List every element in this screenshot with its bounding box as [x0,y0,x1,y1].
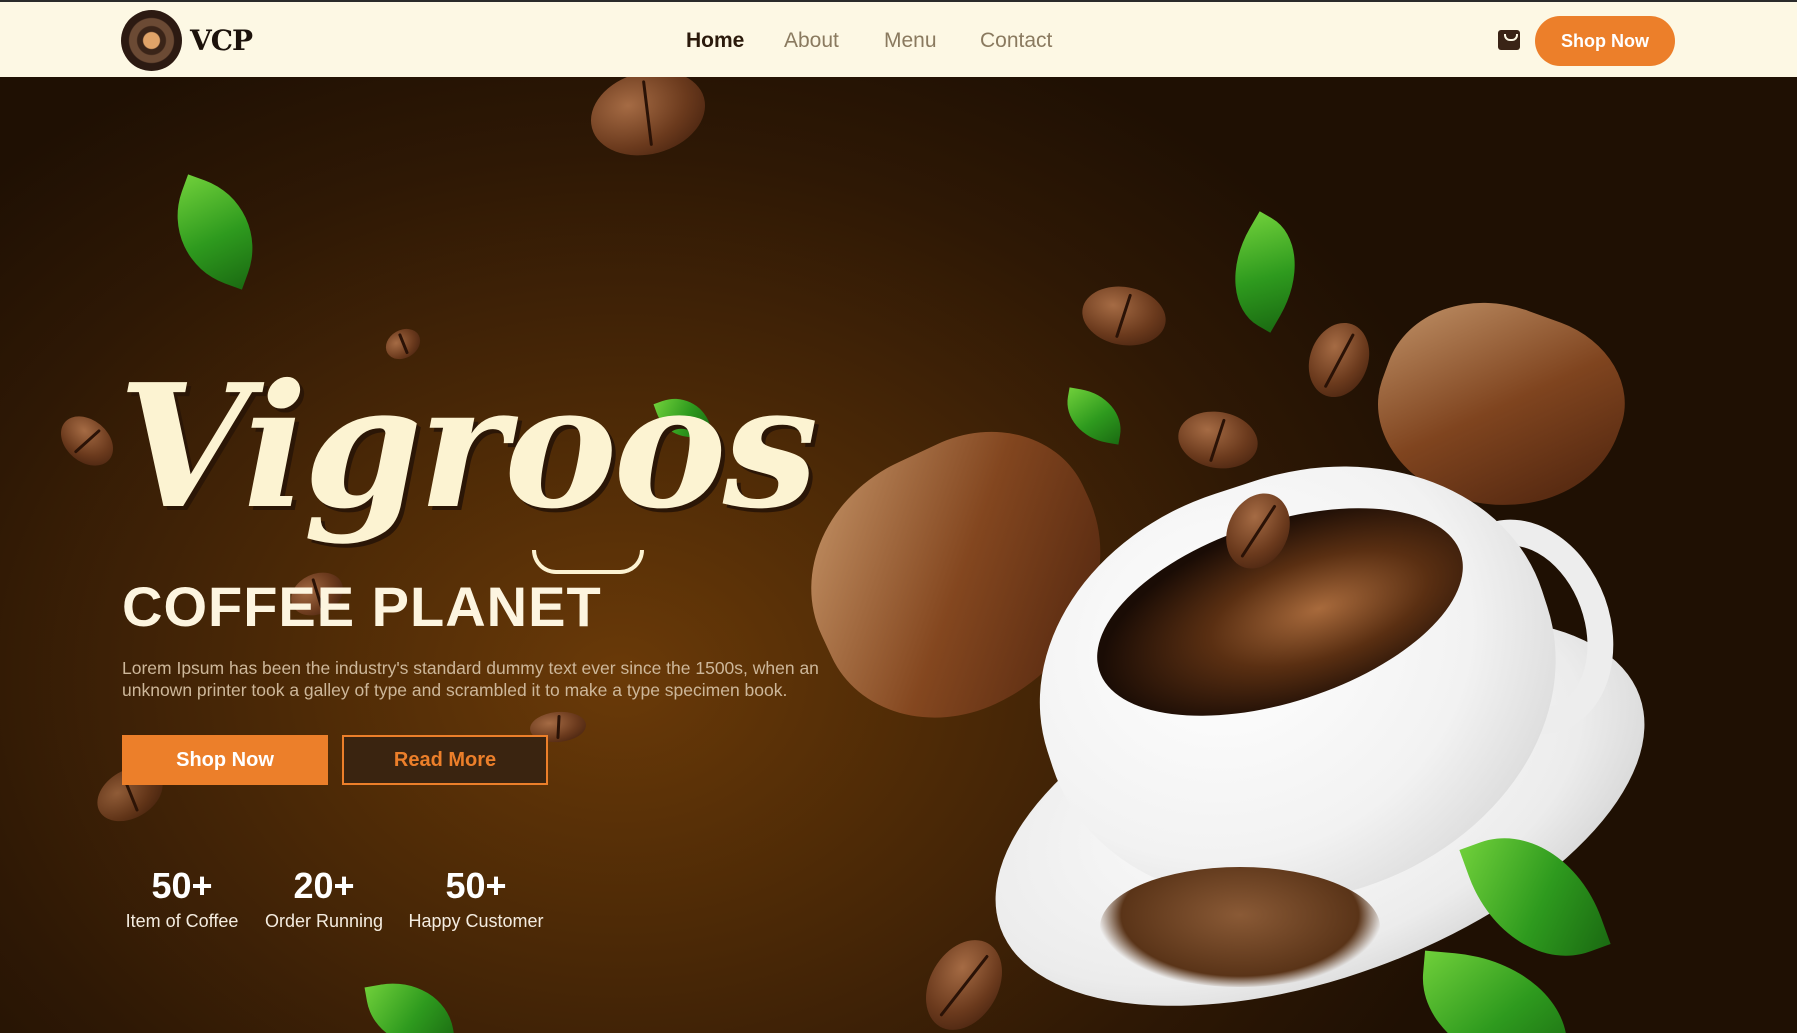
smile-decoration [532,550,644,574]
stat-value: 50+ [445,865,507,906]
read-more-button[interactable]: Read More [342,735,548,785]
stat-items-of-coffee: 50+ Item of Coffee [122,865,242,932]
coffee-bean-icon [51,406,123,476]
stat-value: 20+ [293,865,355,906]
leaf-icon [1061,387,1127,445]
nav-link-about[interactable]: About [784,29,839,53]
coffee-cup-illustration [769,187,1720,1033]
nav-link-contact[interactable]: Contact [980,29,1052,53]
stat-label: Happy Customer [408,911,544,931]
leaf-icon [1209,211,1321,333]
shopping-bag-icon[interactable] [1498,30,1520,50]
hero-title: Vigroos [118,347,818,547]
leaf-icon [1415,950,1575,1033]
top-navbar: VCP Home About Menu Contact Shop Now [0,0,1797,77]
logo-text[interactable]: VCP [190,24,253,57]
hero-section: Vigroos COFFEE PLANET Lorem Ipsum has be… [0,77,1797,1033]
coffee-bean-icon [910,926,1018,1033]
coffee-bean-icon [1298,314,1380,406]
nav-link-home[interactable]: Home [686,29,744,53]
leaf-icon [364,973,456,1033]
stat-order-running: 20+ Order Running [262,865,386,932]
hero-subtitle: COFFEE PLANET [122,575,602,638]
stat-value: 50+ [151,865,213,906]
hero-description: Lorem Ipsum has been the industry's stan… [122,658,819,700]
coffee-bean-pile [1100,867,1380,987]
nav-link-menu[interactable]: Menu [884,29,937,53]
coffee-bean-icon [1173,405,1263,475]
logo-icon[interactable] [121,10,182,71]
stat-label: Order Running [264,911,384,931]
coffee-bean-icon [581,77,715,168]
coffee-bean-icon [1077,280,1171,352]
hero-shop-now-button[interactable]: Shop Now [122,735,328,785]
stat-label: Item of Coffee [125,911,239,931]
stat-happy-customer: 50+ Happy Customer [406,865,546,932]
leaf-icon [157,174,273,290]
nav-shop-now-button[interactable]: Shop Now [1535,16,1675,66]
